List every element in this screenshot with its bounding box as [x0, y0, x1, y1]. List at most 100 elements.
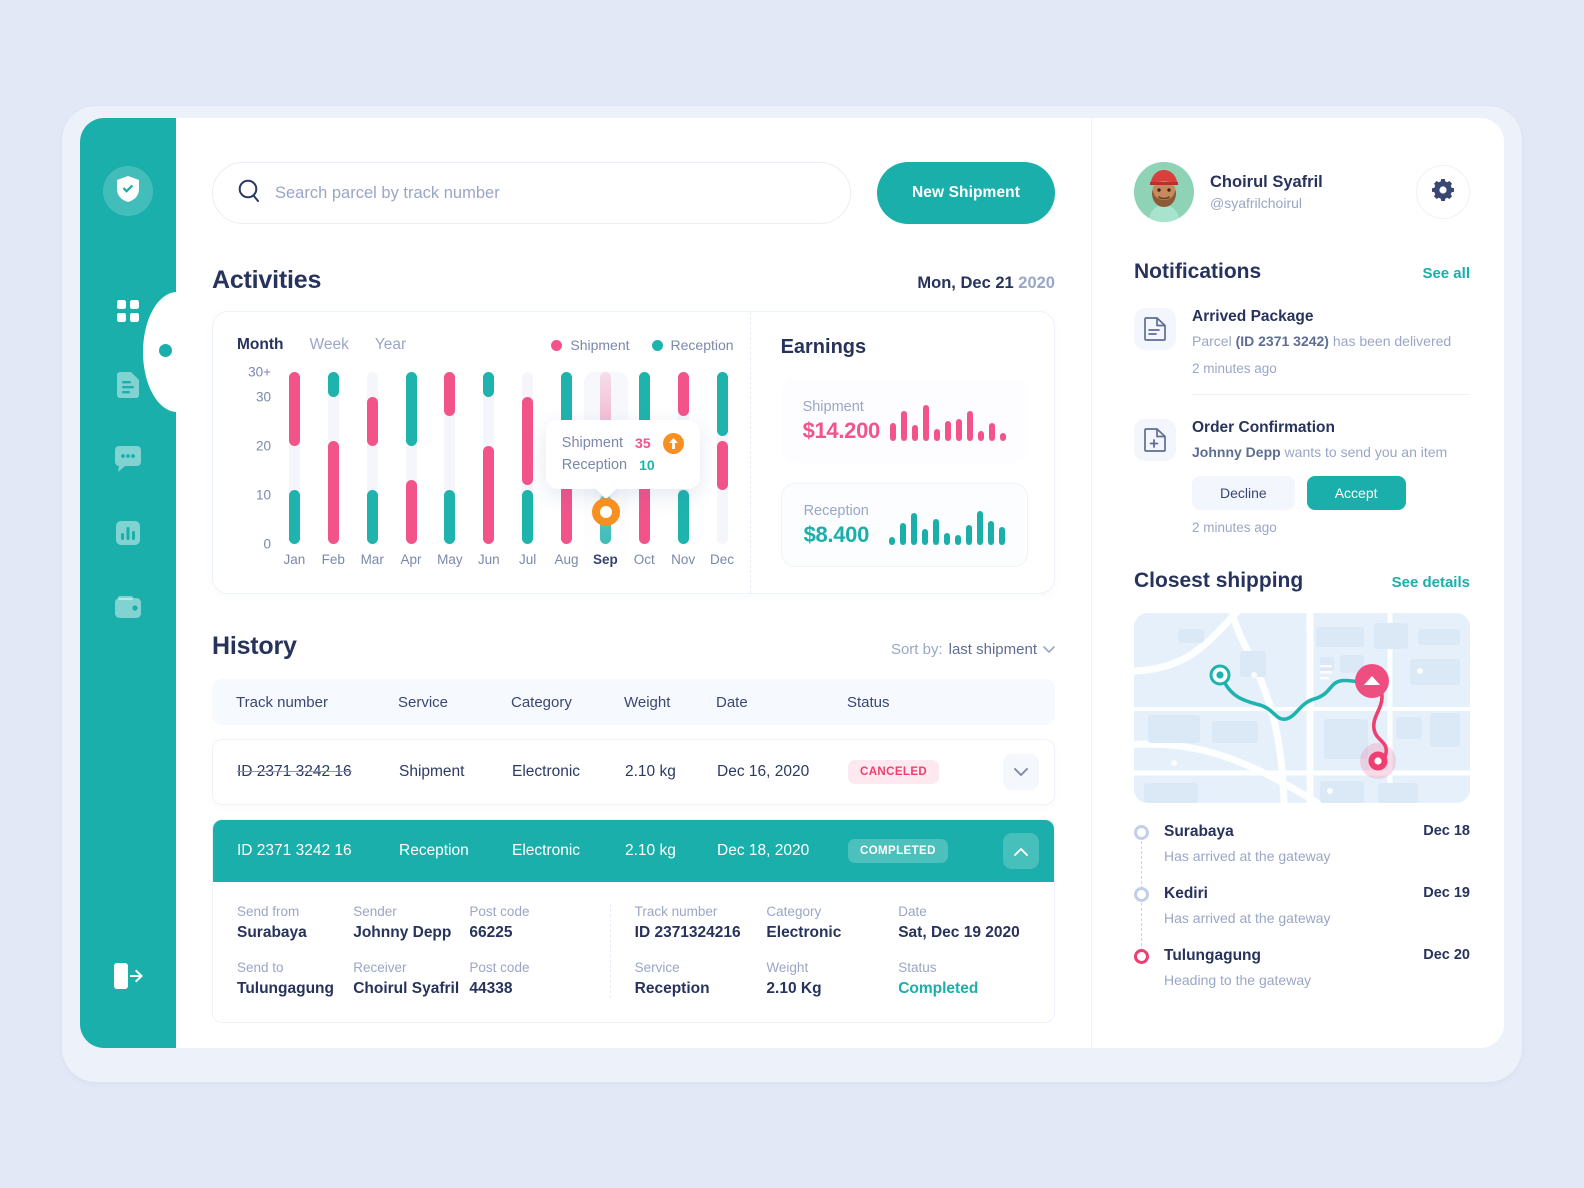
notification-description: Johnny Depp wants to send you an item — [1192, 444, 1448, 461]
timeline-item: Tulungagung Heading to the gateway Dec 20 — [1134, 947, 1470, 1009]
notification-item[interactable]: Arrived Package Parcel (ID 2371 3242) has… — [1134, 308, 1470, 376]
left-sidebar — [80, 118, 177, 1048]
x-axis-tick[interactable]: Feb — [314, 552, 353, 567]
decline-button[interactable]: Decline — [1192, 476, 1295, 511]
detail-field: Send to Tulungagung — [237, 960, 353, 998]
x-axis-tick[interactable]: Apr — [392, 552, 431, 567]
x-axis-tick[interactable]: Mar — [353, 552, 392, 567]
chart-bar-column[interactable] — [703, 372, 742, 544]
app-root: New Shipment Activities Mon, Dec 21 2020… — [0, 0, 1584, 1188]
user-profile[interactable]: Choirul Syafril @syafrilchoirul — [1134, 162, 1470, 222]
sidebar-item-documents[interactable] — [111, 368, 145, 402]
see-details-link[interactable]: See details — [1392, 574, 1470, 591]
earnings-sparkline — [889, 505, 1005, 545]
detail-field: Receiver Choirul Syafril — [353, 960, 469, 998]
legend-swatch-icon — [551, 339, 563, 351]
x-axis-tick[interactable]: Jan — [275, 552, 314, 567]
arrow-up-icon — [662, 432, 684, 454]
detail-field-label: Send from — [237, 904, 300, 919]
x-axis-tick[interactable]: Oct — [625, 552, 664, 567]
sparkline-bar — [1000, 433, 1006, 441]
x-axis-tick[interactable]: Jun — [469, 552, 508, 567]
bar-segment-reception — [288, 489, 300, 544]
earnings-card-reception[interactable]: Reception $8.400 — [780, 483, 1028, 567]
x-axis-tick[interactable]: Aug — [547, 552, 586, 567]
chart-range-tabs: Month Week Year — [237, 336, 406, 354]
new-shipment-button[interactable]: New Shipment — [877, 162, 1055, 224]
detail-field-value: Surabaya — [237, 924, 307, 941]
y-axis-tick: 10 — [255, 487, 271, 503]
sidebar-logout[interactable] — [80, 963, 176, 994]
tooltip-reception-value: 10 — [639, 457, 655, 473]
search-bar[interactable] — [212, 162, 851, 224]
sidebar-item-messages[interactable] — [111, 442, 145, 476]
bar-segment-shipment — [716, 440, 728, 490]
legend-item-reception: Reception — [651, 337, 734, 353]
sidebar-item-dashboard[interactable] — [111, 294, 145, 328]
chart-tab-month[interactable]: Month — [237, 336, 283, 354]
chart-bar-column[interactable] — [392, 372, 431, 544]
detail-field-value: Choirul Syafril — [353, 980, 460, 997]
row-collapse-toggle[interactable] — [1003, 833, 1039, 869]
bar-segment-shipment — [366, 396, 378, 446]
sparkline-bar — [911, 513, 917, 545]
app-screen: New Shipment Activities Mon, Dec 21 2020… — [80, 118, 1504, 1048]
timeline-item: Surabaya Has arrived at the gateway Dec 18 — [1134, 823, 1470, 890]
search-input[interactable] — [275, 183, 826, 203]
timeline-date: Dec 18 — [1423, 823, 1470, 840]
tooltip-shipment-label: Shipment — [561, 435, 624, 451]
bar-segment-reception — [405, 372, 417, 446]
right-panel: Choirul Syafril @syafrilchoirul Notifica… — [1091, 118, 1504, 1048]
timeline-status: Heading to the gateway — [1164, 972, 1312, 989]
cell-status: CANCELED — [848, 760, 988, 784]
notification-time: 2 minutes ago — [1192, 520, 1277, 536]
sidebar-item-statistics[interactable] — [111, 516, 145, 550]
history-table-header: Track number Service Category Weight Date Sta… — [212, 679, 1055, 725]
x-axis-tick[interactable]: Nov — [664, 552, 703, 567]
chart-selected-marker[interactable] — [591, 498, 620, 526]
chart-bar-column[interactable] — [431, 372, 470, 544]
tooltip-shipment-value: 35 — [635, 435, 651, 451]
column-header-category: Category — [511, 693, 572, 711]
settings-button[interactable] — [1416, 165, 1470, 219]
timeline-pin-icon — [1134, 825, 1149, 841]
earnings-card-shipment[interactable]: Shipment $14.200 — [780, 379, 1028, 463]
sparkline-bar — [934, 429, 940, 441]
chart-tab-week[interactable]: Week — [309, 336, 348, 354]
x-axis-tick[interactable]: Dec — [703, 552, 742, 567]
x-axis-tick[interactable]: May — [431, 552, 470, 567]
shipping-map[interactable] — [1134, 613, 1470, 804]
table-row[interactable]: ID 2371 3242 16 Shipment Electronic 2.10 kg… — [212, 739, 1055, 805]
bar-segment-reception — [483, 372, 495, 397]
notification-item[interactable]: Order Confirmation Johnny Depp wants to s… — [1134, 419, 1470, 535]
bar-segment-shipment — [483, 445, 495, 544]
chart-plot-area: 0 10 20 30 30+ JanFebMarAprMayJunJulAugSepOc… — [237, 365, 750, 578]
x-axis-tick[interactable]: Jul — [508, 552, 547, 567]
sort-by-dropdown[interactable]: Sort by: last shipment — [891, 641, 1055, 658]
chart-bar-column[interactable] — [275, 372, 314, 544]
sidebar-item-wallet[interactable] — [111, 590, 145, 624]
row-expand-toggle[interactable] — [1003, 754, 1039, 790]
accept-button[interactable]: Accept — [1306, 476, 1406, 511]
sparkline-bar — [922, 529, 928, 545]
cell-status: COMPLETED — [848, 839, 988, 863]
detail-field-label: Sender — [353, 904, 397, 919]
timeline-item: Kediri Has arrived at the gateway Dec 19 — [1134, 885, 1470, 952]
notification-highlight: (ID 2371 3242) — [1235, 333, 1329, 349]
sparkline-bar — [988, 521, 994, 545]
table-row[interactable]: ID 2371 3242 16 Reception Electronic 2.10 k… — [213, 820, 1054, 882]
truck-pin-icon — [1355, 664, 1389, 699]
top-toolbar: New Shipment — [212, 162, 1055, 224]
earnings-card-value: $8.400 — [803, 521, 870, 547]
chart-tab-year[interactable]: Year — [375, 336, 406, 354]
chart-bar-column[interactable] — [469, 372, 508, 544]
cell-track-number: ID 2371 3242 16 — [237, 842, 352, 859]
chart-bar-column[interactable] — [508, 372, 547, 544]
see-all-link[interactable]: See all — [1422, 265, 1470, 282]
chart-bar-column[interactable] — [314, 372, 353, 544]
chart-bar-column[interactable] — [353, 372, 392, 544]
closest-shipping-title: Closest shipping — [1134, 569, 1304, 593]
notifications-title: Notifications — [1134, 260, 1262, 283]
detail-field-label: Receiver — [353, 960, 407, 975]
earnings-sparkline — [890, 401, 1006, 441]
